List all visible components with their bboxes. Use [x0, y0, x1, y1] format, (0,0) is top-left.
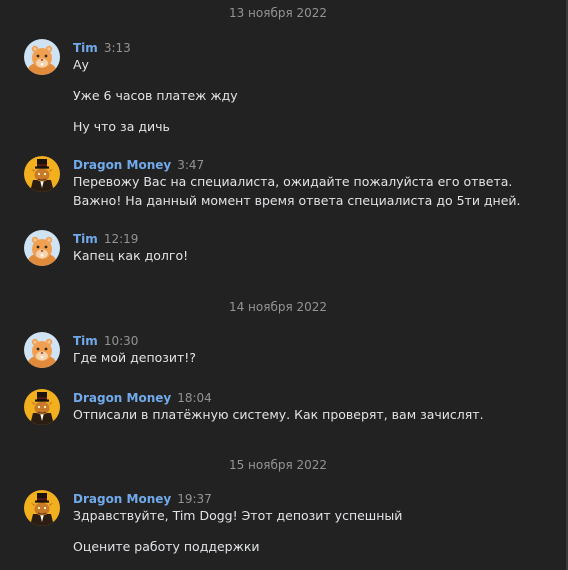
message-text: Уже 6 часов платеж жду: [73, 88, 238, 103]
author-name[interactable]: Tim: [73, 334, 98, 348]
message-text: Капец как долго!: [73, 248, 189, 263]
hamster-avatar-icon[interactable]: [24, 332, 60, 368]
message-text: Где мой депозит!?: [73, 350, 196, 365]
hamster-avatar-icon[interactable]: [24, 39, 60, 75]
date-separator: 14 ноября 2022: [228, 300, 328, 314]
message-time[interactable]: 3:13: [104, 41, 131, 55]
dragon-money-logo-icon[interactable]: [24, 389, 60, 425]
message-header: Dragon Money 3:47: [73, 156, 204, 172]
message-time[interactable]: 10:30: [104, 334, 139, 348]
author-name[interactable]: Dragon Money: [73, 391, 171, 405]
date-separator: 15 ноября 2022: [228, 458, 328, 472]
message-time[interactable]: 19:37: [177, 492, 212, 506]
message-text: Важно! На данный момент время ответа спе…: [73, 193, 521, 208]
message-text: Оцените работу поддержки: [73, 539, 260, 554]
author-name[interactable]: Tim: [73, 41, 98, 55]
message-header: Tim 12:19: [73, 230, 138, 246]
date-separator: 13 ноября 2022: [228, 6, 328, 20]
author-name[interactable]: Dragon Money: [73, 158, 171, 172]
message-header: Tim 10:30: [73, 332, 138, 348]
author-name[interactable]: Tim: [73, 232, 98, 246]
message-time[interactable]: 3:47: [177, 158, 204, 172]
message-text: Здравствуйте, Tim Dogg! Этот депозит усп…: [73, 508, 403, 523]
message-header: Tim 3:13: [73, 39, 131, 55]
author-name[interactable]: Dragon Money: [73, 492, 171, 506]
message-time[interactable]: 18:04: [177, 391, 212, 405]
message-text: Ну что за дичь: [73, 119, 170, 134]
message-header: Dragon Money 19:37: [73, 490, 212, 506]
message-text: Отписали в платёжную систему. Как провер…: [73, 407, 484, 422]
message-text: Перевожу Вас на специалиста, ожидайте по…: [73, 174, 513, 189]
message-text: Ау: [73, 57, 89, 72]
dragon-money-logo-icon[interactable]: [24, 156, 60, 192]
message-time[interactable]: 12:19: [104, 232, 139, 246]
hamster-avatar-icon[interactable]: [24, 230, 60, 266]
dragon-money-logo-icon[interactable]: [24, 490, 60, 526]
message-header: Dragon Money 18:04: [73, 389, 212, 405]
